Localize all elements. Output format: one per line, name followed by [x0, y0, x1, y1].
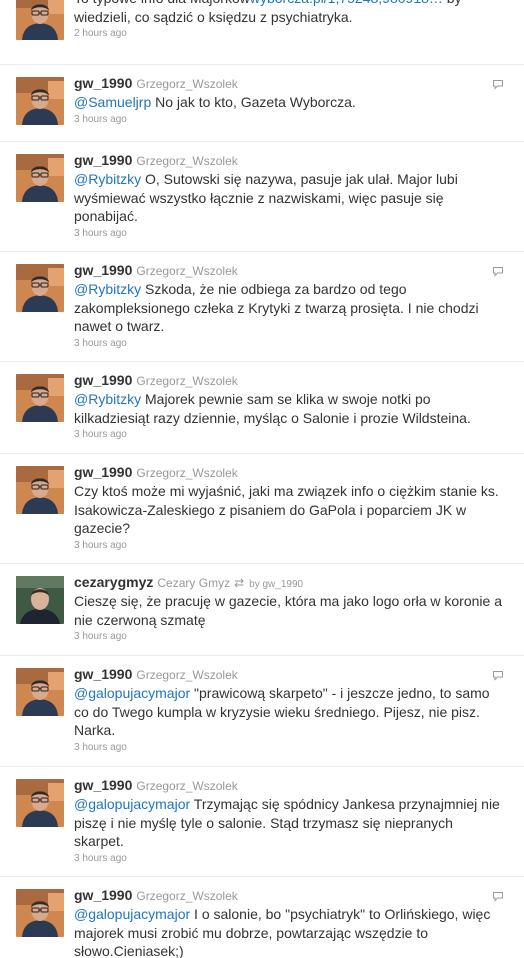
tweet[interactable]: gw_1990Grzegorz_Wszolek⇄ @Samueljrp No j…	[0, 65, 524, 142]
tweet-content: gw_1990Grzegorz_Wszolek⇄ @Rybitzky O, Su…	[74, 151, 504, 241]
speech-bubble-icon[interactable]	[492, 670, 504, 681]
avatar[interactable]	[16, 576, 64, 624]
screen-name[interactable]: gw_1990	[74, 464, 132, 480]
full-name: Grzegorz_Wszolek	[136, 264, 238, 278]
tweet-header: gw_1990Grzegorz_Wszolek⇄	[74, 74, 504, 93]
tweet-content: gw_1990Grzegorz_Wszolek⇄ @Rybitzky Major…	[74, 371, 504, 442]
url-link[interactable]: wyborcza.pl/1,75248,980918…	[250, 0, 443, 6]
avatar[interactable]	[16, 77, 64, 125]
avatar[interactable]	[16, 374, 64, 422]
mention-link[interactable]: @Samueljrp	[74, 94, 151, 110]
tweet-header: gw_1990Grzegorz_Wszolek⇄	[74, 261, 504, 280]
tweet-text: @Samueljrp No jak to kto, Gazeta Wyborcz…	[74, 93, 504, 112]
retweet-icon: ⇄	[234, 576, 245, 590]
tweet-header: gw_1990Grzegorz_Wszolek⇄	[74, 151, 504, 170]
tweet-header: gw_1990Grzegorz_Wszolek⇄	[74, 665, 504, 684]
mention-link[interactable]: @Rybitzky	[74, 171, 141, 187]
tweet[interactable]: gw_1990Grzegorz_Wszolek⇄ @galopujacymajo…	[0, 877, 524, 958]
screen-name[interactable]: gw_1990	[74, 372, 132, 388]
avatar[interactable]	[16, 0, 64, 40]
tweet-text: @Rybitzky Majorek pewnie sam se klika w …	[74, 390, 504, 427]
timestamp[interactable]: 3 hours ago	[74, 337, 504, 351]
avatar[interactable]	[16, 668, 64, 716]
tweet-header: gw_1990Grzegorz_Wszolek⇄	[74, 371, 504, 390]
tweet-content: gw_1990Grzegorz_Wszolek⇄ @galopujacymajo…	[74, 665, 504, 755]
tweet-content: gw_1990Grzegorz_Wszolek⇄ Czy ktoś może m…	[74, 463, 504, 553]
tweet[interactable]: gw_1990Grzegorz_Wszolek⇄ Czy ktoś może m…	[0, 454, 524, 564]
tweet[interactable]: gw_1990Grzegorz_Wszolek⇄ @Rybitzky Szkod…	[0, 252, 524, 362]
screen-name[interactable]: gw_1990	[74, 152, 132, 168]
tweet-text: To typowe info dla Majorkówwyborcza.pl/1…	[74, 0, 504, 26]
avatar[interactable]	[16, 889, 64, 937]
mention-link[interactable]: @galopujacymajor	[74, 685, 190, 701]
speech-bubble-icon[interactable]	[492, 79, 504, 90]
tweet-header: gw_1990Grzegorz_Wszolek⇄	[74, 463, 504, 482]
tweet[interactable]: gw_1990Grzegorz_Wszolek⇄ @Rybitzky O, Su…	[0, 142, 524, 252]
tweet[interactable]: gw_1990Grzegorz_Wszolek⇄ @Rybitzky Major…	[0, 362, 524, 454]
full-name: Grzegorz_Wszolek	[136, 466, 238, 480]
retweeted-by[interactable]: by gw_1990	[249, 579, 303, 590]
tweet-text: @galopujacymajor "prawicową skarpeto" - …	[74, 684, 504, 740]
full-name: Grzegorz_Wszolek	[136, 889, 238, 903]
avatar[interactable]	[16, 154, 64, 202]
tweet-body: Czy ktoś może mi wyjaśnić, jaki ma związ…	[74, 483, 499, 536]
tweet-text: @Rybitzky Szkoda, że nie odbiega za bard…	[74, 280, 504, 336]
speech-bubble-icon[interactable]	[492, 891, 504, 902]
mention-link[interactable]: @Rybitzky	[74, 281, 141, 297]
tweet-text: @Rybitzky O, Sutowski się nazywa, pasuje…	[74, 170, 504, 226]
screen-name[interactable]: cezarygmyz	[74, 574, 153, 590]
full-name: Grzegorz_Wszolek	[136, 668, 238, 682]
tweet-header: gw_1990Grzegorz_Wszolek⇄	[74, 886, 504, 905]
full-name: Grzegorz_Wszolek	[136, 374, 238, 388]
screen-name[interactable]: gw_1990	[74, 777, 132, 793]
tweet-header: gw_1990Grzegorz_Wszolek⇄	[74, 776, 504, 795]
screen-name[interactable]: gw_1990	[74, 75, 132, 91]
tweet-text: @galopujacymajor I o salonie, bo "psychi…	[74, 905, 504, 958]
tweet[interactable]: ⇄ To typowe info dla Majorkówwyborcza.pl…	[0, 0, 524, 65]
avatar[interactable]	[16, 264, 64, 312]
tweet-text: Czy ktoś może mi wyjaśnić, jaki ma związ…	[74, 482, 504, 538]
tweet-body: No jak to kto, Gazeta Wyborcza.	[151, 94, 356, 110]
tweet-content: gw_1990Grzegorz_Wszolek⇄ @Rybitzky Szkod…	[74, 261, 504, 351]
tweet[interactable]: gw_1990Grzegorz_Wszolek⇄ @galopujacymajo…	[0, 656, 524, 767]
timestamp[interactable]: 3 hours ago	[74, 428, 504, 442]
speech-bubble-icon[interactable]	[492, 266, 504, 277]
timestamp[interactable]: 3 hours ago	[74, 227, 504, 241]
tweet-body: Cieszę się, że pracuję w gazecie, która …	[74, 593, 502, 628]
tweet-content: gw_1990Grzegorz_Wszolek⇄ @Samueljrp No j…	[74, 74, 504, 127]
tweet-text: Cieszę się, że pracuję w gazecie, która …	[74, 592, 504, 629]
tweet[interactable]: gw_1990Grzegorz_Wszolek⇄ @galopujacymajo…	[0, 767, 524, 877]
full-name: Grzegorz_Wszolek	[136, 77, 238, 91]
full-name: Cezary Gmyz	[157, 576, 231, 590]
tweet-content: gw_1990Grzegorz_Wszolek⇄ @galopujacymajo…	[74, 776, 504, 866]
mention-link[interactable]: @Rybitzky	[74, 391, 141, 407]
screen-name[interactable]: gw_1990	[74, 887, 132, 903]
mention-link[interactable]: @galopujacymajor	[74, 796, 190, 812]
tweet-text: @galopujacymajor Trzymając się spódnicy …	[74, 795, 504, 851]
timestamp[interactable]: 3 hours ago	[74, 852, 504, 866]
avatar[interactable]	[16, 779, 64, 827]
tweet-content: gw_1990Grzegorz_Wszolek⇄ @galopujacymajo…	[74, 886, 504, 958]
full-name: Grzegorz_Wszolek	[136, 779, 238, 793]
tweet[interactable]: cezarygmyz Cezary Gmyz ⇄ by gw_1990 Cieszę …	[0, 564, 524, 656]
tweet-header: cezarygmyz Cezary Gmyz ⇄ by gw_1990	[74, 573, 504, 592]
tweet-timeline: ⇄ To typowe info dla Majorkówwyborcza.pl…	[0, 0, 524, 958]
tweet-content: ⇄ To typowe info dla Majorkówwyborcza.pl…	[74, 0, 504, 41]
timestamp[interactable]: 3 hours ago	[74, 630, 504, 644]
timestamp[interactable]: 3 hours ago	[74, 741, 504, 755]
tweet-body: To typowe info dla Majorków	[74, 0, 250, 6]
tweet-content: cezarygmyz Cezary Gmyz ⇄ by gw_1990 Cieszę …	[74, 573, 504, 644]
screen-name[interactable]: gw_1990	[74, 262, 132, 278]
full-name: Grzegorz_Wszolek	[136, 154, 238, 168]
mention-link[interactable]: @galopujacymajor	[74, 906, 190, 922]
avatar[interactable]	[16, 466, 64, 514]
screen-name[interactable]: gw_1990	[74, 666, 132, 682]
timestamp[interactable]: 2 hours ago	[74, 27, 504, 41]
timestamp[interactable]: 3 hours ago	[74, 113, 504, 127]
timestamp[interactable]: 3 hours ago	[74, 539, 504, 553]
